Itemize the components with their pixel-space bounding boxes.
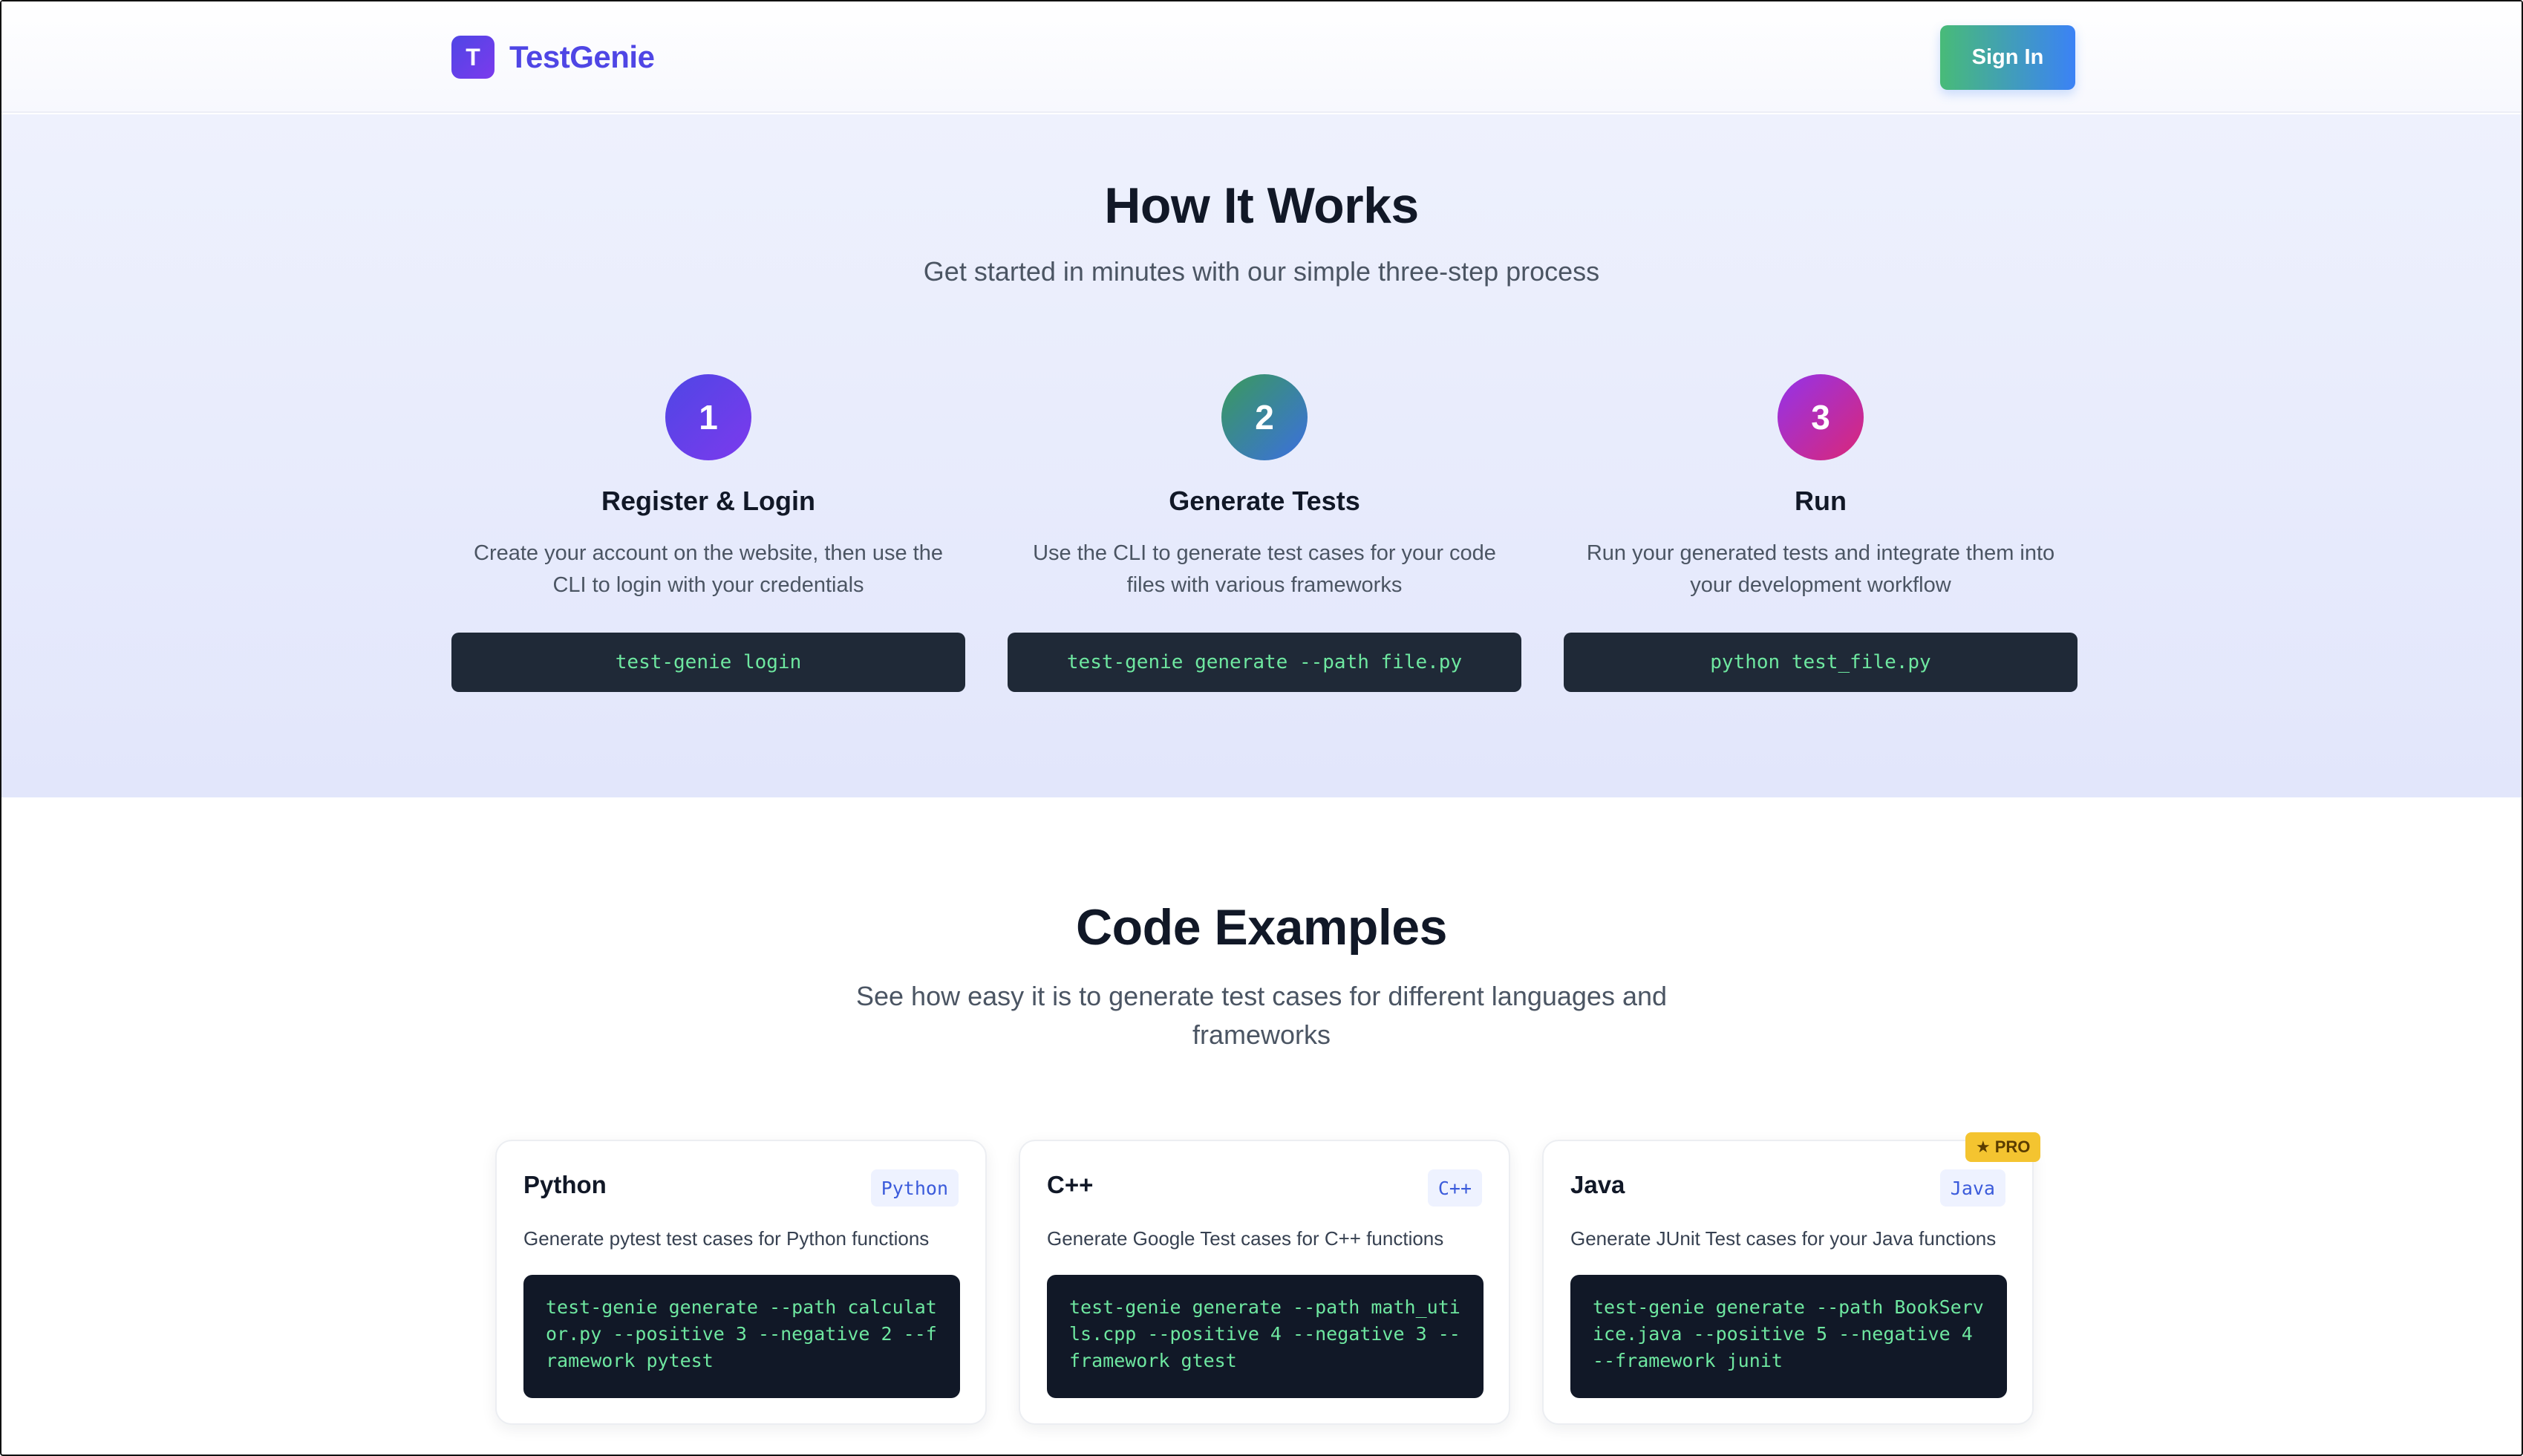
step-command[interactable]: python test_file.py xyxy=(1564,633,2078,692)
sign-in-button[interactable]: Sign In xyxy=(1940,25,2075,90)
step-card: 1 Register & Login Create your account o… xyxy=(451,374,965,701)
code-examples-subtitle: See how easy it is to generate test case… xyxy=(855,981,1668,1050)
step-title: Generate Tests xyxy=(1169,486,1360,516)
step-command[interactable]: test-genie login xyxy=(451,633,965,692)
pro-badge-label: PRO xyxy=(1994,1137,2031,1156)
card-title: Java xyxy=(1570,1171,1625,1198)
code-example-card-python[interactable]: Python Python Generate pytest test cases… xyxy=(495,1140,987,1425)
code-snippet[interactable]: test-genie generate --path math_utils.cp… xyxy=(1047,1275,1484,1398)
step-number-badge: 1 xyxy=(665,374,751,460)
how-it-works-section: How It Works Get started in minutes with… xyxy=(1,114,2522,797)
card-title: C++ xyxy=(1047,1171,1094,1198)
how-it-works-title: How It Works xyxy=(1104,177,1419,234)
code-snippet[interactable]: test-genie generate --path calculator.py… xyxy=(523,1275,960,1398)
star-icon: ★ xyxy=(1976,1137,1991,1156)
language-badge: C++ xyxy=(1427,1169,1482,1207)
logo-icon[interactable]: T xyxy=(451,36,495,79)
card-description: Generate JUnit Test cases for your Java … xyxy=(1570,1227,1997,1250)
step-description: Use the CLI to generate test cases for y… xyxy=(1033,541,1496,597)
card-description: Generate pytest test cases for Python fu… xyxy=(523,1227,930,1250)
site-header: T TestGenie Sign In xyxy=(1,1,2522,113)
card-description: Generate Google Test cases for C++ funct… xyxy=(1047,1227,1444,1250)
code-snippet[interactable]: test-genie generate --path BookService.j… xyxy=(1570,1275,2007,1398)
step-command[interactable]: test-genie generate --path file.py xyxy=(1008,633,1521,692)
pro-badge: ★ PRO xyxy=(1965,1132,2041,1162)
step-card: 3 Run Run your generated tests and integ… xyxy=(1564,374,2078,701)
step-description: Create your account on the website, then… xyxy=(474,541,943,597)
code-examples-title: Code Examples xyxy=(1076,899,1447,956)
brand-name[interactable]: TestGenie xyxy=(509,36,655,79)
step-number-badge: 3 xyxy=(1778,374,1864,460)
language-badge: Java xyxy=(1939,1169,2005,1207)
language-badge: Python xyxy=(870,1169,959,1207)
step-card: 2 Generate Tests Use the CLI to generate… xyxy=(1008,374,1521,701)
code-example-card-cpp[interactable]: C++ C++ Generate Google Test cases for C… xyxy=(1019,1140,1510,1425)
how-it-works-subtitle: Get started in minutes with our simple t… xyxy=(923,256,1600,287)
step-title: Run xyxy=(1795,486,1847,516)
step-title: Register & Login xyxy=(601,486,816,516)
step-description: Run your generated tests and integrate t… xyxy=(1586,541,2055,597)
code-example-card-java[interactable]: Java Java Generate JUnit Test cases for … xyxy=(1542,1140,2034,1425)
step-number-badge: 2 xyxy=(1221,374,1308,460)
card-title: Python xyxy=(523,1171,607,1198)
